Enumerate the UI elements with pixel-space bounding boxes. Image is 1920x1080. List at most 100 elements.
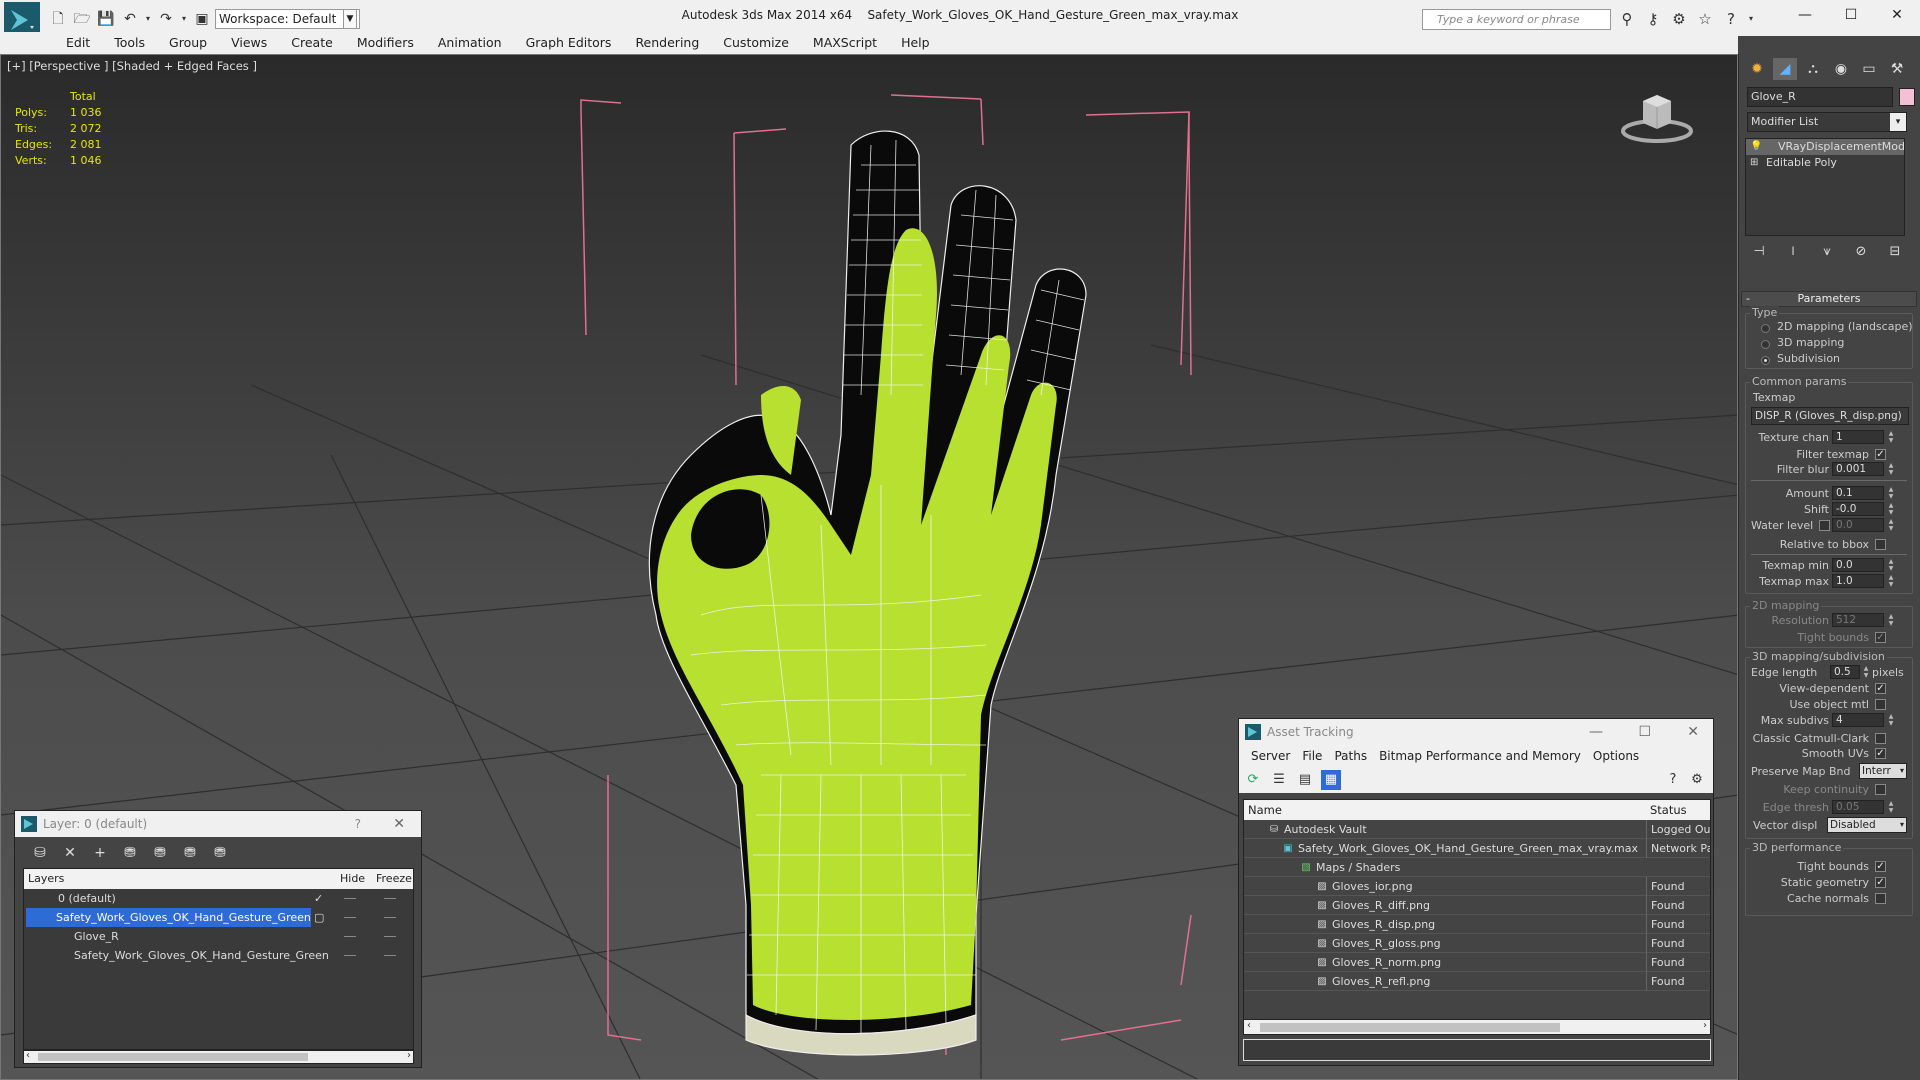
layer-hide-toggle[interactable] bbox=[344, 955, 356, 956]
redo-icon[interactable]: ↷ bbox=[156, 9, 176, 29]
col-hide[interactable]: Hide bbox=[340, 869, 365, 889]
preserve-map-select[interactable]: Interr ▾ bbox=[1859, 763, 1907, 779]
communication-icon[interactable]: ⚙ bbox=[1669, 9, 1689, 29]
menu-views[interactable]: Views bbox=[219, 32, 279, 54]
menu-help[interactable]: Help bbox=[889, 32, 942, 54]
layer-freeze-toggle[interactable] bbox=[384, 936, 396, 937]
texmap-button[interactable]: DISP_R (Gloves_R_disp.png) bbox=[1751, 407, 1909, 425]
new-file-icon[interactable]: 🗋 bbox=[48, 9, 68, 29]
modify-tab-icon[interactable]: ◢ bbox=[1773, 58, 1797, 80]
motion-tab-icon[interactable]: ◉ bbox=[1829, 58, 1853, 80]
edge-thresh-spinner[interactable]: 0.05 bbox=[1832, 800, 1884, 814]
menu-tools[interactable]: Tools bbox=[102, 32, 157, 54]
scroll-right-icon[interactable]: › bbox=[1703, 1020, 1707, 1031]
layer-help-button[interactable]: ? bbox=[355, 811, 361, 837]
grid-view-icon[interactable]: ▦ bbox=[1321, 770, 1341, 790]
select-objects-icon[interactable]: ⛃ bbox=[119, 843, 141, 863]
scroll-left-icon[interactable]: ‹ bbox=[26, 1050, 30, 1061]
delete-layer-icon[interactable]: ✕ bbox=[59, 843, 81, 863]
open-file-icon[interactable]: 🗁 bbox=[72, 9, 92, 29]
asset-row[interactable]: ▨ Gloves_ior.png Found bbox=[1244, 877, 1710, 896]
help-icon[interactable]: ? bbox=[1721, 9, 1741, 29]
resolution-arrows-icon[interactable]: ▲ ▼ bbox=[1887, 613, 1895, 627]
water-level-arrows-icon[interactable]: ▲ ▼ bbox=[1887, 518, 1895, 532]
undo-icon[interactable]: ↶ bbox=[120, 9, 140, 29]
project-folder-icon[interactable]: ▣ bbox=[192, 9, 212, 29]
asset-help-icon[interactable]: ? bbox=[1663, 770, 1683, 790]
water-level-checkbox[interactable] bbox=[1819, 520, 1830, 531]
pin-stack-icon[interactable]: ⊣ bbox=[1749, 244, 1769, 262]
show-end-result-icon[interactable]: ⏽ bbox=[1783, 244, 1803, 262]
remove-modifier-icon[interactable]: ⊘ bbox=[1851, 244, 1871, 262]
modifier-list-select[interactable]: Modifier List ▾ bbox=[1747, 112, 1907, 132]
hierarchy-tab-icon[interactable]: ⛬ bbox=[1801, 58, 1825, 80]
amount-arrows-icon[interactable]: ▲ ▼ bbox=[1887, 486, 1895, 500]
layer-horizontal-scrollbar[interactable]: ‹ › bbox=[23, 1050, 414, 1064]
col-name[interactable]: Name bbox=[1248, 800, 1282, 820]
asset-row[interactable]: ▨ Gloves_R_refl.png Found bbox=[1244, 972, 1710, 991]
menu-modifiers[interactable]: Modifiers bbox=[345, 32, 426, 54]
expand-plus-icon[interactable]: ⊞ bbox=[1750, 155, 1758, 171]
layer-row[interactable]: Safety_Work_Gloves_OK_Hand_Gesture_Green… bbox=[24, 908, 413, 927]
undo-dropdown-icon[interactable]: ▾ bbox=[144, 9, 152, 29]
asset-settings-icon[interactable]: ⚙ bbox=[1687, 770, 1707, 790]
layer-row[interactable]: 0 (default) ✓ bbox=[24, 889, 413, 908]
favorites-star-icon[interactable]: ☆ bbox=[1695, 9, 1715, 29]
layer-freeze-toggle[interactable] bbox=[384, 917, 396, 918]
viewcube-icon[interactable] bbox=[1617, 87, 1697, 147]
layer-row[interactable]: Glove_R bbox=[24, 927, 413, 946]
view-dependent-checkbox[interactable]: ✓ bbox=[1875, 683, 1886, 694]
layer-close-icon[interactable]: ✕ bbox=[393, 811, 405, 837]
configure-modifier-sets-icon[interactable]: ⊟ bbox=[1885, 244, 1905, 262]
list-view-icon[interactable]: ☰ bbox=[1269, 770, 1289, 790]
lightbulb-icon[interactable]: 💡 bbox=[1750, 139, 1762, 155]
texmap-min-arrows-icon[interactable]: ▲ ▼ bbox=[1887, 558, 1895, 572]
shift-spinner[interactable]: -0.0 bbox=[1832, 502, 1884, 516]
table-view-icon[interactable]: ▤ bbox=[1295, 770, 1315, 790]
relative-bbox-checkbox[interactable] bbox=[1875, 539, 1886, 550]
subscription-key-icon[interactable]: ⚷ bbox=[1643, 9, 1663, 29]
amount-spinner[interactable]: 0.1 bbox=[1832, 486, 1884, 500]
freeze-all-layers-icon[interactable]: ⛃ bbox=[209, 843, 231, 863]
layer-hide-toggle[interactable] bbox=[344, 917, 356, 918]
add-to-layer-icon[interactable]: + bbox=[89, 843, 111, 863]
workspace-select[interactable]: Workspace: Default▾ bbox=[215, 9, 360, 29]
menu-graph-editors[interactable]: Graph Editors bbox=[514, 32, 624, 54]
maximize-icon[interactable]: ☐ bbox=[1828, 0, 1874, 30]
menu-rendering[interactable]: Rendering bbox=[623, 32, 711, 54]
parameters-rollout-header[interactable]: - Parameters bbox=[1741, 291, 1917, 307]
create-layer-icon[interactable]: ⛁ bbox=[29, 843, 51, 863]
asset-row[interactable]: ▨ Gloves_R_norm.png Found bbox=[1244, 953, 1710, 972]
classic-catmull-checkbox[interactable] bbox=[1875, 733, 1886, 744]
cache-normals-checkbox[interactable] bbox=[1875, 893, 1886, 904]
layer-check-icon[interactable]: ✓ bbox=[314, 889, 323, 908]
static-geometry-checkbox[interactable]: ✓ bbox=[1875, 877, 1886, 888]
edge-thresh-arrows-icon[interactable]: ▲ ▼ bbox=[1887, 800, 1895, 814]
smooth-uvs-checkbox[interactable]: ✓ bbox=[1875, 748, 1886, 759]
texmap-max-arrows-icon[interactable]: ▲ ▼ bbox=[1887, 574, 1895, 588]
refresh-icon[interactable]: ⟳ bbox=[1243, 770, 1263, 790]
scroll-thumb[interactable] bbox=[38, 1053, 308, 1061]
max-subdivs-arrows-icon[interactable]: ▲ ▼ bbox=[1887, 713, 1895, 727]
water-level-spinner[interactable]: 0.0 bbox=[1832, 518, 1884, 532]
menu-customize[interactable]: Customize bbox=[711, 32, 801, 54]
edge-length-arrows-icon[interactable]: ▲ ▼ bbox=[1862, 665, 1870, 679]
make-unique-icon[interactable]: ⩛ bbox=[1817, 244, 1837, 262]
redo-dropdown-icon[interactable]: ▾ bbox=[180, 9, 188, 29]
layer-hide-toggle[interactable] bbox=[344, 936, 356, 937]
filter-texmap-checkbox[interactable]: ✓ bbox=[1875, 449, 1886, 460]
asset-menu-options[interactable]: Options bbox=[1587, 745, 1645, 767]
workspace-dropdown-button[interactable]: ▼ bbox=[343, 9, 357, 29]
col-layers[interactable]: Layers bbox=[28, 869, 64, 889]
col-freeze[interactable]: Freeze bbox=[376, 869, 412, 889]
viewport-label[interactable]: [+] [Perspective ] [Shaded + Edged Faces… bbox=[7, 59, 257, 73]
perf-tight-bounds-checkbox[interactable]: ✓ bbox=[1875, 861, 1886, 872]
display-tab-icon[interactable]: ▭ bbox=[1857, 58, 1881, 80]
menu-edit[interactable]: Edit bbox=[54, 32, 102, 54]
col-status[interactable]: Status bbox=[1650, 800, 1687, 820]
asset-menu-paths[interactable]: Paths bbox=[1328, 745, 1373, 767]
asset-row[interactable]: ▧ Maps / Shaders bbox=[1244, 858, 1710, 877]
texture-chan-spinner[interactable]: 1 bbox=[1832, 430, 1884, 444]
menu-maxscript[interactable]: MAXScript bbox=[801, 32, 889, 54]
menu-animation[interactable]: Animation bbox=[426, 32, 514, 54]
